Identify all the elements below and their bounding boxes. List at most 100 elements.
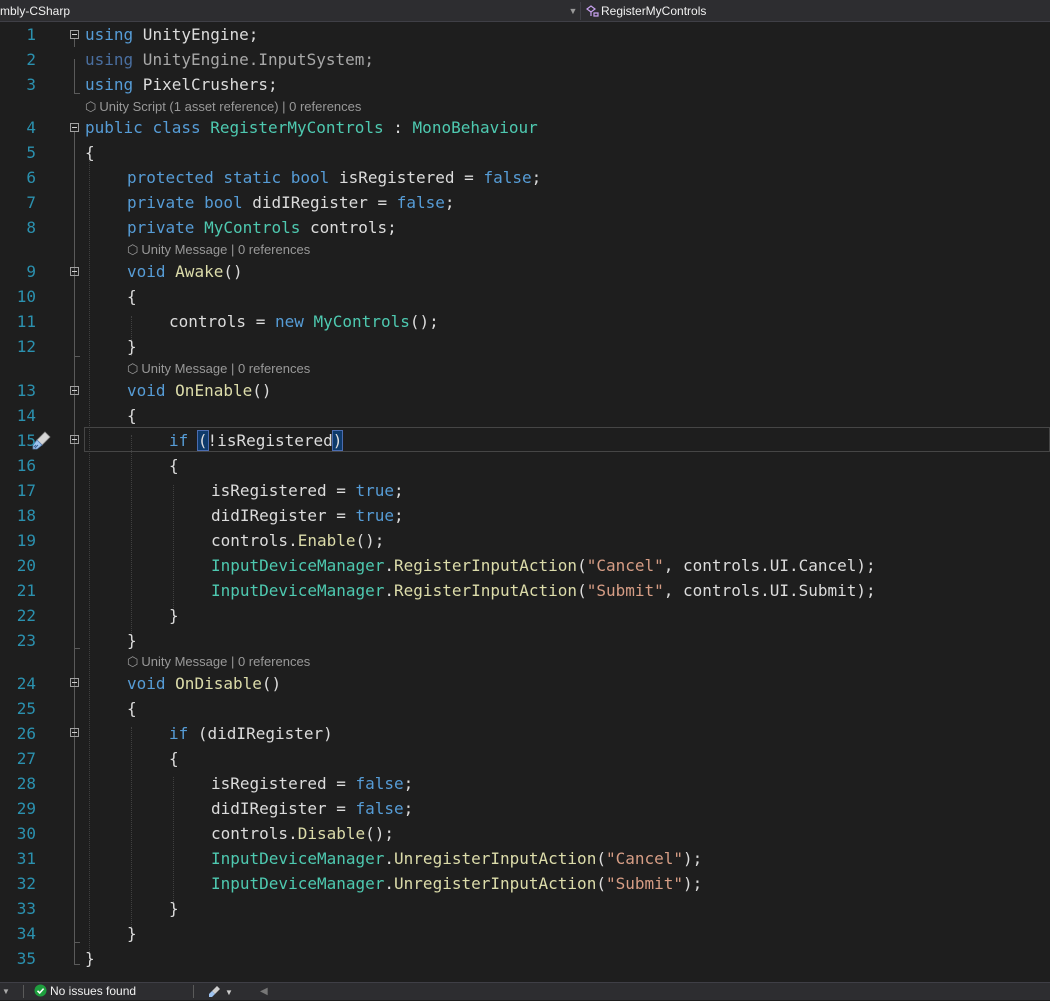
code-line[interactable]: didIRegister = true; [211,503,404,528]
line-number: 27 [16,749,36,768]
code-line[interactable]: using UnityEngine; [85,22,258,47]
code-line[interactable]: InputDeviceManager.RegisterInputAction("… [211,553,876,578]
code-line[interactable]: private bool didIRegister = false; [127,190,455,215]
line-number: 12 [16,337,36,356]
collapse-toggle-icon[interactable] [70,435,79,444]
code-line[interactable]: { [127,696,137,721]
code-line[interactable]: protected static bool isRegistered = fal… [127,165,541,190]
line-number: 5 [26,143,36,162]
code-line[interactable]: { [127,403,137,428]
code-line[interactable]: { [127,284,137,309]
code-line[interactable]: } [127,921,137,946]
code-line[interactable]: { [169,746,179,771]
brace-match-highlight: ) [331,430,344,451]
status-divider [23,985,24,998]
code-line[interactable]: { [85,140,95,165]
outline-end [74,648,80,649]
line-number: 28 [16,774,36,793]
code-line[interactable]: isRegistered = false; [211,771,413,796]
issues-indicator[interactable]: No issues found [34,983,136,1000]
code-line[interactable]: InputDeviceManager.RegisterInputAction("… [211,578,876,603]
class-icon [586,5,599,17]
line-number: 32 [16,874,36,893]
line-number: 21 [16,581,36,600]
line-number: 9 [26,262,36,281]
project-dropdown-chevron-icon[interactable]: ▼ [566,0,580,22]
zoom-dropdown-chevron-icon[interactable]: ▼ [2,983,10,1000]
scroll-left-icon[interactable]: ◀ [260,983,268,1000]
code-cleanup-chevron-icon: ▼ [225,988,233,997]
code-line[interactable]: } [127,628,137,653]
line-number: 11 [16,312,36,331]
code-line[interactable]: didIRegister = false; [211,796,413,821]
indent-guide [173,777,174,904]
codelens-awake[interactable]: ⬡ Unity Message | 0 references [127,240,310,259]
line-number: 34 [16,924,36,943]
line-number: 18 [16,506,36,525]
collapse-toggle-icon[interactable] [70,123,79,132]
indent-guide [173,485,174,612]
line-number: 20 [16,556,36,575]
code-line-current[interactable]: if (!isRegistered) [169,428,344,453]
code-editor[interactable]: 1 2 3 4 5 6 7 8 9 10 11 12 13 14 15 16 1… [0,22,1050,982]
brace-match-highlight: ( [196,430,209,451]
navbar-divider [580,2,581,20]
collapse-toggle-icon[interactable] [70,267,79,276]
line-number: 6 [26,168,36,187]
check-circle-icon [34,984,47,997]
outline-line [74,39,75,47]
code-line[interactable]: using PixelCrushers; [85,72,278,97]
line-number: 1 [26,25,36,44]
code-line[interactable]: } [169,896,179,921]
line-number: 22 [16,606,36,625]
codelens-onenable[interactable]: ⬡ Unity Message | 0 references [127,359,310,378]
code-line[interactable]: if (didIRegister) [169,721,333,746]
line-number: 17 [16,481,36,500]
issues-label: No issues found [50,984,137,998]
outline-line [74,59,75,93]
code-cleanup-button[interactable]: ▼ [208,983,233,1000]
line-number: 24 [16,674,36,693]
line-number: 33 [16,899,36,918]
outline-end [74,356,80,357]
outline-end [74,964,80,965]
code-line[interactable]: InputDeviceManager.UnregisterInputAction… [211,846,702,871]
code-line[interactable]: void OnDisable() [127,671,281,696]
collapse-toggle-icon[interactable] [70,678,79,687]
member-dropdown-label: RegisterMyControls [601,4,707,18]
collapse-toggle-icon[interactable] [70,728,79,737]
code-line[interactable]: controls.Disable(); [211,821,394,846]
codelens-ondisable[interactable]: ⬡ Unity Message | 0 references [127,652,310,671]
status-bar: ▼ No issues found ▼ ◀ [0,982,1050,1000]
project-dropdown[interactable]: mbly-CSharp [0,0,580,22]
indent-guide [131,435,132,637]
code-line[interactable]: InputDeviceManager.UnregisterInputAction… [211,871,702,896]
code-line[interactable]: private MyControls controls; [127,215,397,240]
line-number: 35 [16,949,36,968]
code-line[interactable]: controls = new MyControls(); [169,309,439,334]
unity-cube-icon: ⬡ [127,654,139,669]
code-line[interactable]: void OnEnable() [127,378,272,403]
line-number: 29 [16,799,36,818]
indent-guide [89,157,90,952]
collapse-toggle-icon[interactable] [70,30,79,39]
outline-line [74,687,75,942]
code-line[interactable]: { [169,453,179,478]
collapse-toggle-icon[interactable] [70,386,79,395]
code-line[interactable]: } [169,603,179,628]
line-number: 13 [16,381,36,400]
line-number: 19 [16,531,36,550]
member-dropdown[interactable]: RegisterMyControls [585,0,706,22]
unity-cube-icon: ⬡ [127,242,139,257]
code-line[interactable]: controls.Enable(); [211,528,384,553]
code-line[interactable]: } [127,334,137,359]
line-number: 3 [26,75,36,94]
code-line[interactable]: using UnityEngine.InputSystem; [85,47,374,72]
line-number: 26 [16,724,36,743]
code-line[interactable]: isRegistered = true; [211,478,404,503]
code-line[interactable]: void Awake() [127,259,243,284]
outline-end [74,93,80,94]
code-line[interactable]: } [85,946,95,971]
code-line[interactable]: public class RegisterMyControls : MonoBe… [85,115,538,140]
codelens-class[interactable]: ⬡ Unity Script (1 asset reference) | 0 re… [85,97,361,116]
